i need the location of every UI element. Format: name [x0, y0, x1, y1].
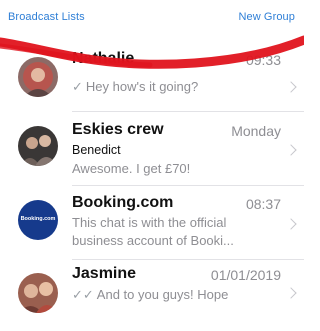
chat-name: Eskies crew — [72, 121, 164, 138]
chat-time: 09:33 — [245, 52, 281, 68]
chat-row-jasmine[interactable]: Jasmine 01/01/2019 ✓✓ And to you guys! Ho… — [0, 263, 304, 331]
chat-preview-line: ✓✓ And to you guys! Hope — [72, 287, 228, 303]
avatar — [18, 57, 58, 97]
booking-logo-avatar: Booking.com — [18, 200, 58, 240]
new-group-link[interactable]: New Group — [238, 11, 295, 23]
broadcast-lists-link[interactable]: Broadcast Lists — [8, 11, 85, 23]
chat-time: 01/01/2019 — [210, 267, 281, 283]
chat-row-nathalie[interactable]: Nathalie 09:33 ✓ Hey how's it going? — [0, 45, 304, 113]
chat-row-eskies-crew[interactable]: Eskies crew Monday Benedict Awesome. I g… — [0, 115, 304, 183]
chat-preview: And to you guys! Hope — [96, 287, 229, 302]
double-check-icon: ✓✓ — [72, 287, 94, 302]
divider — [72, 259, 304, 260]
chat-name: Jasmine — [72, 265, 137, 282]
chat-preview-line-1: This chat is with the official — [72, 215, 227, 230]
chat-preview: Hey how's it going? — [85, 79, 199, 94]
chat-time: Monday — [231, 123, 281, 139]
chat-name: Booking.com — [72, 194, 174, 211]
avatar — [18, 126, 58, 166]
avatar-brand-text: Booking.com — [20, 216, 56, 222]
chat-preview-line-2: business account of Booki... — [72, 233, 234, 248]
chat-name: Nathalie — [72, 50, 135, 67]
chat-sender: Benedict — [72, 143, 121, 157]
chat-time: 08:37 — [245, 196, 281, 212]
chevron-right-icon — [285, 81, 297, 93]
divider — [72, 185, 304, 186]
avatar — [18, 273, 58, 313]
chat-row-booking[interactable]: Booking.com Booking.com 08:37 This chat … — [0, 189, 304, 257]
chevron-right-icon — [285, 218, 297, 230]
chat-preview-line: ✓ Hey how's it going? — [72, 79, 198, 95]
single-check-icon: ✓ — [72, 79, 83, 94]
chat-preview: Awesome. I get £70! — [72, 161, 191, 176]
chevron-right-icon — [285, 144, 297, 156]
divider — [72, 111, 304, 112]
top-bar: Broadcast Lists New Group — [0, 0, 304, 36]
chevron-right-icon — [285, 287, 297, 299]
